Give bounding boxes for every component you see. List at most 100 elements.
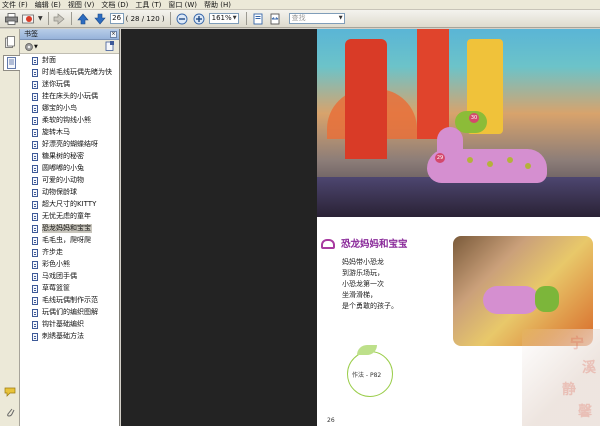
menu-tools[interactable]: 工具 (T) bbox=[135, 0, 161, 10]
bookmark-page-icon bbox=[32, 104, 38, 113]
watermark-char: 静 bbox=[562, 382, 576, 398]
bookmark-page-icon bbox=[32, 248, 38, 257]
pages-panel-icon[interactable] bbox=[3, 34, 17, 50]
bookmark-item-selected[interactable]: 恐龙妈妈和宝宝 bbox=[20, 223, 119, 235]
bookmark-item[interactable]: 糖果树的秘密 bbox=[20, 152, 119, 163]
section-title: 恐龙妈妈和宝宝 bbox=[341, 239, 408, 250]
bookmark-item[interactable]: 玩偶们的编织图解 bbox=[20, 308, 119, 319]
bookmark-item[interactable]: 封面 bbox=[20, 56, 119, 67]
bookmark-item[interactable]: 草莓篮筐 bbox=[20, 284, 119, 295]
dinosaur-spot bbox=[507, 157, 513, 163]
bookmark-label: 时尚毛线玩偶先睹为快 bbox=[42, 67, 112, 76]
dinosaur-spot bbox=[487, 161, 493, 167]
bookmark-item[interactable]: 马戏团手偶 bbox=[20, 272, 119, 283]
next-page-icon[interactable] bbox=[93, 12, 107, 26]
watermark: 宁 溪 静 馨 bbox=[522, 329, 600, 426]
bookmark-page-icon bbox=[32, 152, 38, 161]
menu-edit[interactable]: 编辑 (E) bbox=[35, 0, 61, 10]
bookmark-item[interactable]: 旋转木马 bbox=[20, 128, 119, 139]
bookmark-page-icon bbox=[32, 224, 38, 233]
bookmark-item[interactable]: 毛线玩偶制作示范 bbox=[20, 296, 119, 307]
bookmark-label: 彩色小熊 bbox=[42, 259, 70, 268]
close-icon[interactable]: × bbox=[110, 30, 117, 38]
bookmark-label: 圆嘟嘟的小兔 bbox=[42, 163, 84, 172]
print-icon[interactable] bbox=[4, 12, 18, 26]
zoom-in-icon[interactable] bbox=[192, 12, 206, 26]
bookmark-item[interactable]: 无忧无虑的童年 bbox=[20, 212, 119, 223]
bookmark-item[interactable]: 超大尺寸的KITTY bbox=[20, 200, 119, 211]
document-viewport[interactable]: 30 29 恐龙妈妈和宝宝 妈妈带小恐龙 到游乐场玩， 小恐龙第一次 坐滑滑梯，… bbox=[121, 29, 600, 426]
page-number: 26 bbox=[327, 417, 335, 424]
poem-line: 妈妈带小恐龙 bbox=[342, 258, 384, 266]
toolbar-separator bbox=[245, 12, 247, 25]
search-input[interactable]: 查找 ▼ bbox=[288, 13, 345, 24]
bookmark-label: 齐步走 bbox=[42, 247, 63, 256]
bookmark-list: 封面 时尚毛线玩偶先睹为快 迷你玩偶 挂在床头的小玩偶 娜宝的小鸟 柔软的钩线小… bbox=[20, 54, 119, 343]
zoom-level-select[interactable]: 161% ▼ bbox=[208, 13, 239, 24]
bookmark-item[interactable]: 可爱的小动物 bbox=[20, 176, 119, 187]
toolbar-separator bbox=[47, 12, 49, 25]
fit-page-icon[interactable] bbox=[251, 12, 265, 26]
bookmark-item[interactable]: 齐步走 bbox=[20, 248, 119, 259]
bookmark-label: 无忧无虑的童年 bbox=[42, 211, 91, 220]
item-number-badge: 30 bbox=[469, 113, 479, 123]
menu-view[interactable]: 视图 (V) bbox=[68, 0, 94, 10]
bookmark-page-icon bbox=[32, 68, 38, 77]
dinosaur-spot bbox=[467, 157, 473, 163]
bookmark-label: 草莓篮筐 bbox=[42, 283, 70, 292]
bookmark-page-icon bbox=[32, 116, 38, 125]
previous-page-icon[interactable] bbox=[76, 12, 90, 26]
poem-line: 到游乐场玩， bbox=[342, 269, 384, 277]
email-icon[interactable] bbox=[21, 12, 35, 26]
bookmark-item[interactable]: 圆嘟嘟的小兔 bbox=[20, 164, 119, 175]
menu-bar: 文件 (F) 编辑 (E) 视图 (V) 文档 (D) 工具 (T) 窗口 (W… bbox=[0, 0, 600, 10]
bookmark-page-icon bbox=[32, 200, 38, 209]
bookmark-label: 挂在床头的小玩偶 bbox=[42, 91, 98, 100]
bookmark-item[interactable]: 刺绣基础方法 bbox=[20, 332, 119, 343]
bookmark-item[interactable]: 动物保龄球 bbox=[20, 188, 119, 199]
menu-file[interactable]: 文件 (F) bbox=[2, 0, 28, 10]
bookmark-item[interactable]: 毛毛虫，爬呀爬 bbox=[20, 236, 119, 247]
menu-window[interactable]: 窗口 (W) bbox=[168, 0, 197, 10]
bookmark-label: 动物保龄球 bbox=[42, 187, 77, 196]
recipe-page-reference: 作法 - P82 bbox=[352, 372, 382, 379]
comments-icon[interactable] bbox=[3, 385, 17, 399]
zoom-out-icon[interactable] bbox=[175, 12, 189, 26]
bookmarks-toolbar: ▼ bbox=[20, 40, 119, 54]
bookmark-item[interactable]: 挂在床头的小玩偶 bbox=[20, 92, 119, 103]
bookmark-page-icon bbox=[32, 260, 38, 269]
email-dropdown-icon[interactable]: ▼ bbox=[38, 15, 43, 22]
attachment-icon[interactable] bbox=[3, 405, 17, 419]
bookmark-page-icon bbox=[32, 332, 38, 341]
bookmark-page-icon bbox=[32, 80, 38, 89]
menu-document[interactable]: 文档 (D) bbox=[101, 0, 128, 10]
bookmarks-panel-icon[interactable] bbox=[3, 55, 20, 71]
bookmark-page-icon bbox=[32, 188, 38, 197]
bookmarks-header: 书签 × bbox=[20, 29, 119, 40]
bookmark-item[interactable]: 彩色小熊 bbox=[20, 260, 119, 271]
bookmark-item[interactable]: 时尚毛线玩偶先睹为快 bbox=[20, 68, 119, 79]
fit-width-icon[interactable] bbox=[268, 12, 282, 26]
new-bookmark-icon[interactable] bbox=[105, 40, 115, 53]
watermark-char: 馨 bbox=[578, 404, 592, 420]
bookmark-item[interactable]: 钩针基础编织 bbox=[20, 320, 119, 331]
bookmark-item[interactable]: 迷你玩偶 bbox=[20, 80, 119, 91]
chevron-down-icon: ▼ bbox=[232, 15, 237, 21]
bookmark-label: 可爱的小动物 bbox=[42, 175, 84, 184]
bookmark-options-button[interactable]: ▼ bbox=[24, 42, 38, 52]
bookmark-label: 娜宝的小鸟 bbox=[42, 103, 77, 112]
bookmark-page-icon bbox=[32, 57, 38, 65]
bookmark-page-icon bbox=[32, 164, 38, 173]
page-number-input[interactable]: 26 bbox=[109, 13, 124, 24]
toolbar: ▼ 26 ( 28 / 120 ) 161% ▼ 查找 ▼ bbox=[0, 10, 600, 28]
dinosaur-spot bbox=[525, 163, 531, 169]
bookmark-page-icon bbox=[32, 236, 38, 245]
hand-tool-icon[interactable] bbox=[53, 12, 67, 26]
page-count: ( 28 / 120 ) bbox=[125, 14, 165, 23]
bookmark-item[interactable]: 娜宝的小鸟 bbox=[20, 104, 119, 115]
bookmark-item[interactable]: 柔软的钩线小熊 bbox=[20, 116, 119, 127]
bookmark-item[interactable]: 好漂亮的蝴蝶结呀 bbox=[20, 140, 119, 151]
bookmark-page-icon bbox=[32, 212, 38, 221]
menu-help[interactable]: 帮助 (H) bbox=[204, 0, 231, 10]
bookmark-page-icon bbox=[32, 284, 38, 293]
